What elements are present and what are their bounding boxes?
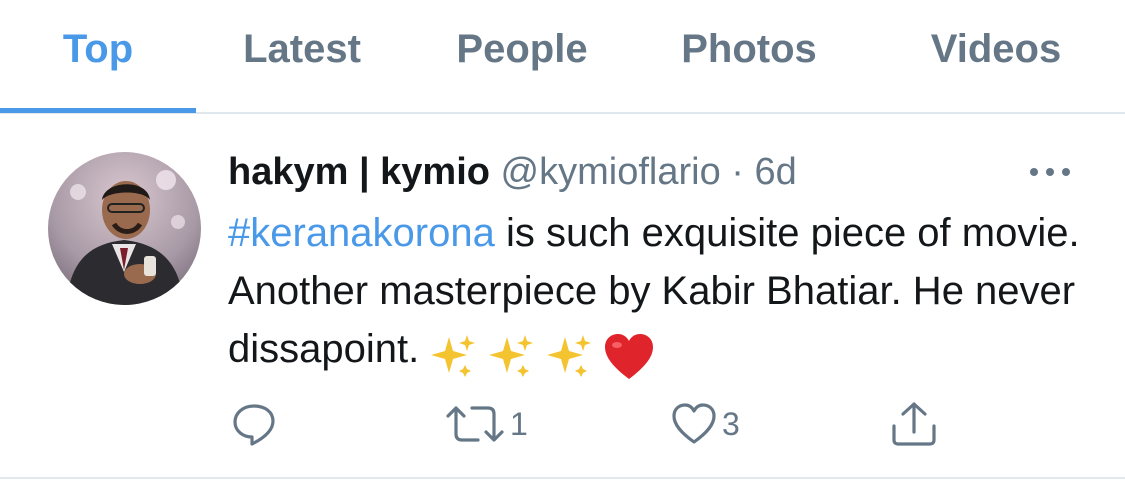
display-name[interactable]: hakym | kymio	[228, 151, 490, 193]
active-tab-indicator	[0, 108, 196, 113]
tweet-header: hakym | kymio @kymioflario · 6d	[228, 148, 797, 196]
sparkles-icon	[547, 335, 592, 378]
more-options-icon[interactable]	[1028, 162, 1072, 182]
tab-people[interactable]: People	[438, 24, 606, 74]
retweet-button[interactable]: 1	[444, 400, 528, 448]
tweet-divider	[0, 477, 1125, 479]
search-tabs: Top Latest People Photos Videos	[0, 0, 1125, 114]
like-button[interactable]: 3	[670, 400, 740, 448]
hashtag-link[interactable]: #keranakorona	[228, 211, 495, 255]
share-button[interactable]	[888, 400, 940, 448]
tab-latest[interactable]: Latest	[226, 24, 378, 74]
retweet-count: 1	[510, 405, 528, 442]
red-heart-icon	[605, 334, 654, 380]
separator-dot: ·	[731, 151, 744, 193]
tweet-text: #keranakorona is such exquisite piece of…	[228, 204, 1088, 384]
tab-videos[interactable]: Videos	[910, 24, 1082, 74]
tab-top[interactable]: Top	[40, 24, 156, 74]
user-handle[interactable]: @kymioflario	[501, 151, 721, 193]
reply-button[interactable]	[230, 400, 282, 448]
like-count: 3	[722, 405, 740, 442]
sparkles-icon	[489, 335, 534, 378]
retweet-icon	[446, 406, 504, 442]
emoji-group	[429, 326, 665, 384]
reply-icon	[233, 404, 275, 446]
share-icon	[892, 402, 936, 446]
tab-photos[interactable]: Photos	[666, 24, 832, 74]
avatar[interactable]	[48, 152, 201, 305]
sparkles-icon	[431, 335, 476, 378]
tweet-timestamp[interactable]: 6d	[755, 151, 797, 193]
heart-outline-icon	[672, 403, 716, 444]
